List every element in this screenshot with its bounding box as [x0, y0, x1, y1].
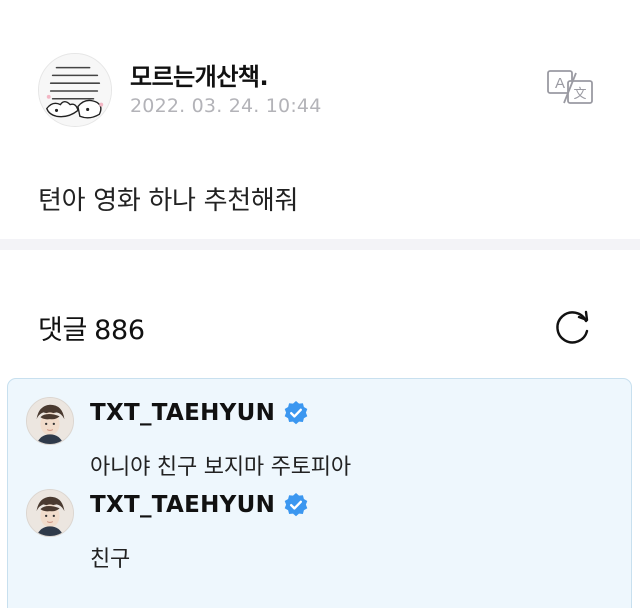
post-body-text: 텬아 영화 하나 추천해줘	[38, 186, 299, 216]
svg-text:文: 文	[573, 87, 586, 102]
commenter-avatar[interactable]	[26, 397, 74, 445]
comment-author-row: TXT_TAEHYUN	[90, 397, 309, 429]
comment-author-name[interactable]: TXT_TAEHYUN	[90, 492, 275, 518]
refresh-icon	[556, 310, 589, 344]
comments-header: 댓글 886	[38, 308, 152, 347]
comments-count: 886	[94, 315, 145, 346]
post-header: 모르는개산책. 2022. 03. 24. 10:44 A 文	[38, 53, 602, 127]
translate-icon: A 文	[547, 70, 593, 104]
author-avatar[interactable]	[38, 53, 112, 127]
author-name[interactable]: 모르는개산책.	[130, 57, 269, 92]
profile-photo-icon	[27, 398, 73, 444]
post-timestamp: 2022. 03. 24. 10:44	[130, 95, 322, 117]
comment-text: 아니야 친구 보지마 주토피아	[90, 455, 351, 480]
refresh-button[interactable]	[550, 307, 594, 347]
comments-label: 댓글	[38, 315, 88, 346]
meme-avatar-icon	[39, 54, 111, 126]
commenter-avatar[interactable]	[26, 489, 74, 537]
comment-text: 친구	[90, 547, 131, 572]
profile-photo-icon	[27, 490, 73, 536]
comment-author-row: TXT_TAEHYUN	[90, 489, 309, 521]
verified-badge-icon	[283, 400, 309, 426]
verified-badge-icon	[283, 492, 309, 518]
comment-author-name[interactable]: TXT_TAEHYUN	[90, 400, 275, 426]
translate-button[interactable]: A 文	[546, 67, 594, 107]
artist-comment-card[interactable]: TXT_TAEHYUN 아니야 친구 보지마 주토피아 TXT_TAEHYUN …	[7, 378, 632, 608]
section-divider	[0, 239, 640, 250]
svg-text:A: A	[555, 75, 565, 92]
